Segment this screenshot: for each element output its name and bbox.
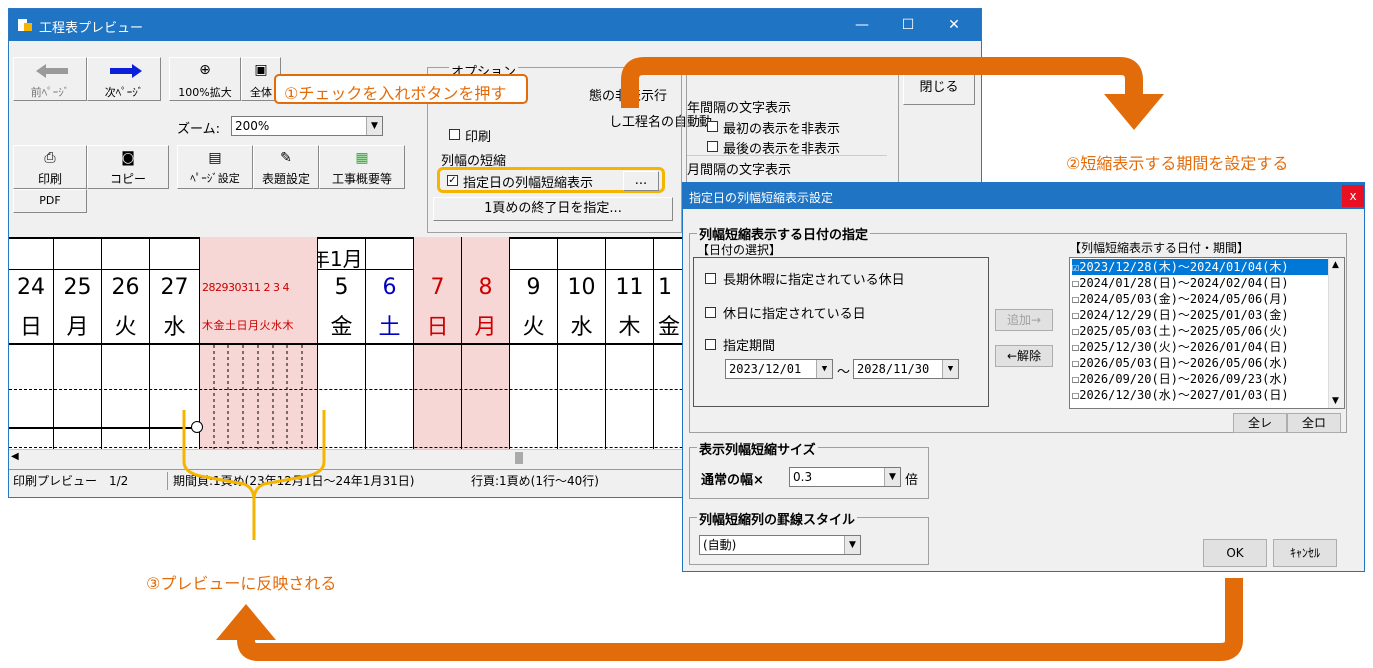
step1-callout: ①チェックを入れボタンを押す — [274, 74, 528, 104]
annotation-arrows — [182, 57, 1243, 661]
step1-text: ①チェックを入れボタンを押す — [284, 84, 507, 103]
step2-text: ②短縮表示する期間を設定する — [1066, 154, 1289, 173]
step3-text: ③プレビューに反映される — [146, 574, 337, 593]
